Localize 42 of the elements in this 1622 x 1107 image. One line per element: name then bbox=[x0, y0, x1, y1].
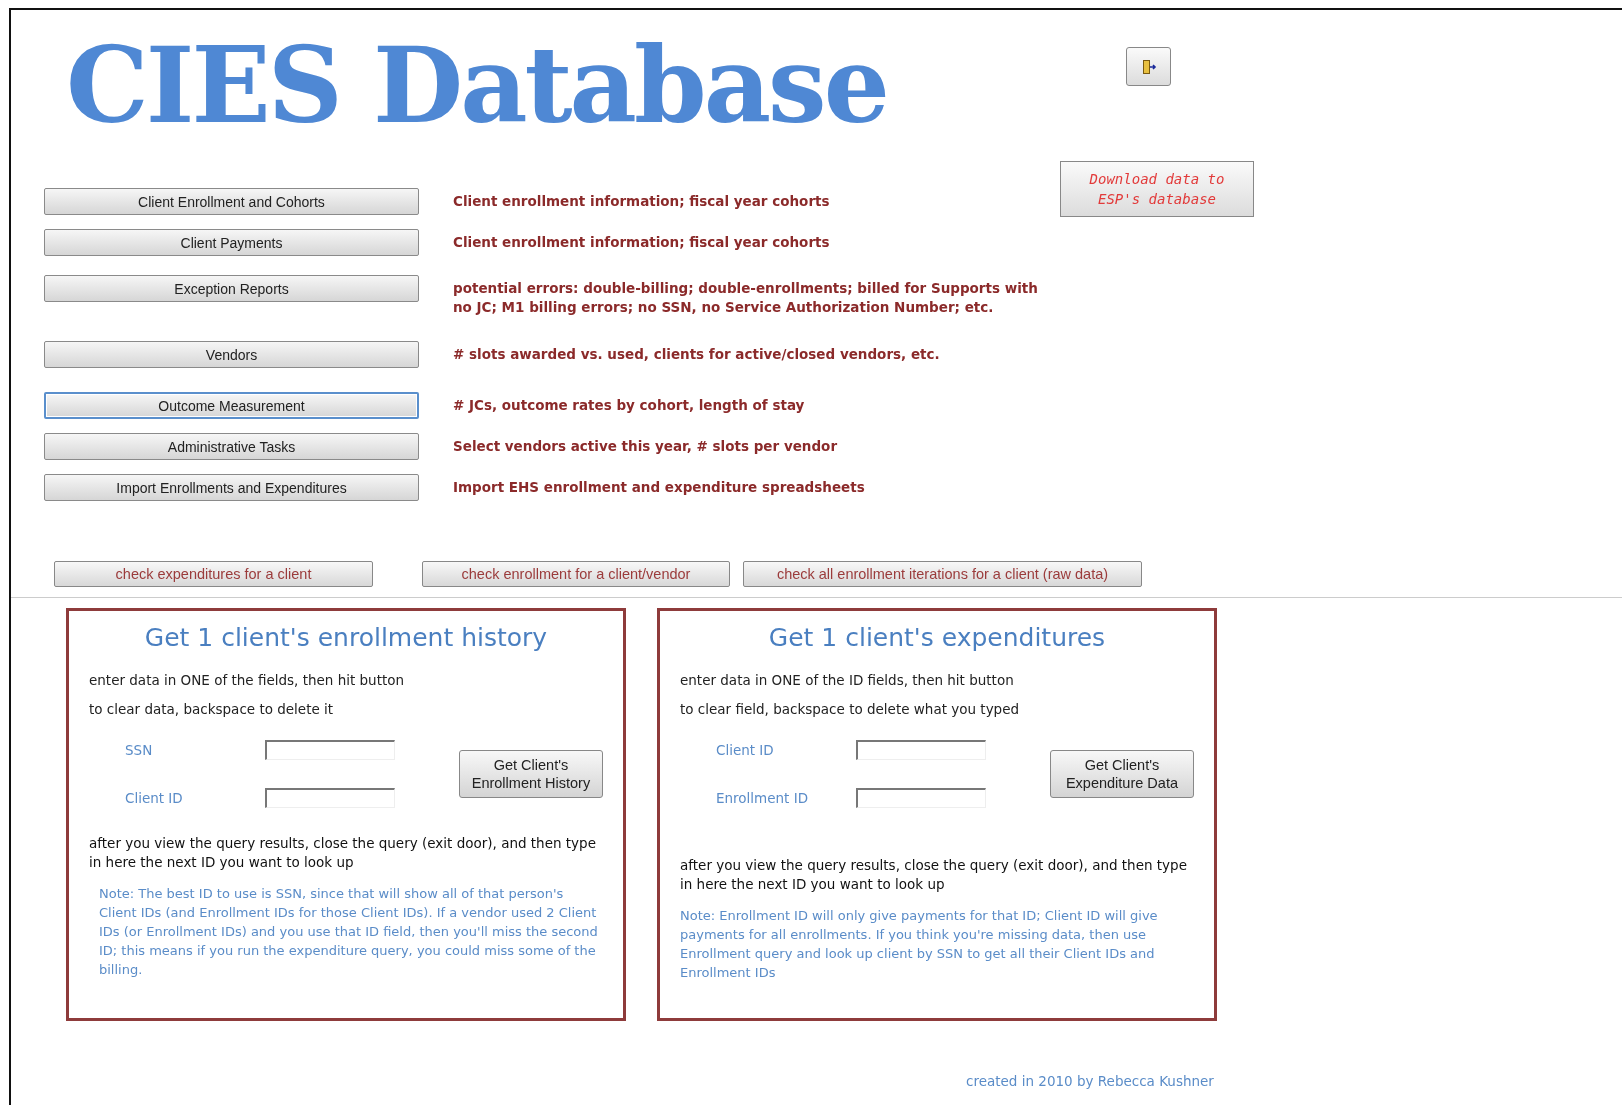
menu-description: Import EHS enrollment and expenditure spreadsheets bbox=[453, 478, 866, 497]
menu-button[interactable]: Client Enrollment and Cohorts bbox=[44, 188, 419, 215]
exit-door-icon bbox=[1140, 58, 1157, 75]
menu-button[interactable]: Exception Reports bbox=[44, 275, 419, 302]
input-field[interactable] bbox=[265, 740, 395, 760]
check-button[interactable]: check all enrollment iterations for a client (raw data) bbox=[743, 561, 1142, 587]
check-button[interactable]: check expenditures for a client bbox=[54, 561, 373, 587]
field-label: SSN bbox=[125, 742, 154, 758]
field-label: Client ID bbox=[125, 790, 184, 806]
menu-description: Client enrollment information; fiscal year cohorts bbox=[453, 233, 831, 252]
field-label: Client ID bbox=[716, 742, 775, 758]
instruction-text: enter data in ONE of the ID fields, then hit button bbox=[680, 671, 1015, 690]
note-text: Note: Enrollment ID will only give payments for that ID; Client ID will give payments for all enrollments. If you think you're missing data, then use Enrollment query and look up client by SSN to get all their Client IDs and Enrollment IDs bbox=[680, 907, 1159, 982]
credit-text: created in 2010 by Rebecca Kushner bbox=[966, 1073, 1215, 1089]
input-field[interactable] bbox=[856, 740, 986, 760]
instruction-text: after you view the query results, close the query (exit door), and then type in here the next ID you want to look up bbox=[89, 834, 597, 872]
instruction-text: enter data in ONE of the fields, then hit button bbox=[89, 671, 406, 690]
menu-description: # slots awarded vs. used, clients for active/closed vendors, etc. bbox=[453, 345, 941, 364]
panel-title: Get 1 client's enrollment history bbox=[143, 623, 549, 652]
instruction-text: to clear data, backspace to delete it bbox=[89, 700, 335, 719]
query-button[interactable]: Get Client's Enrollment History bbox=[458, 750, 603, 798]
menu-button[interactable]: Outcome Measurement bbox=[44, 392, 419, 419]
exit-button[interactable] bbox=[1126, 47, 1171, 86]
menu-description: Client enrollment information; fiscal year cohorts bbox=[453, 192, 831, 211]
menu-button[interactable]: Client Payments bbox=[44, 229, 419, 256]
check-button[interactable]: check enrollment for a client/vendor bbox=[422, 561, 730, 587]
menu-description: Select vendors active this year, # slots per vendor bbox=[453, 437, 839, 456]
panel-title: Get 1 client's expenditures bbox=[767, 623, 1107, 652]
instruction-text: to clear field, backspace to delete what you typed bbox=[680, 700, 1021, 719]
query-button[interactable]: Get Client's Expenditure Data bbox=[1049, 750, 1194, 798]
download-button[interactable]: Download data to ESP's database bbox=[1060, 161, 1254, 217]
instruction-text: after you view the query results, close the query (exit door), and then type in here the next ID you want to look up bbox=[680, 856, 1188, 894]
menu-description: potential errors: double-billing; double-enrollments; billed for Supports with no JC; M1 billing errors; no SSN, no Service Authorization Number; etc. bbox=[453, 279, 1039, 317]
menu-description: # JCs, outcome rates by cohort, length of stay bbox=[453, 396, 806, 415]
note-text: Note: The best ID to use is SSN, since that will show all of that person's Client IDs (and Enrollment IDs for those Client IDs). If a vendor used 2 Client IDs (or Enrollment IDs) and you use that ID field, then you'll miss the second ID; this means if you run the expenditure query, you could miss some of the billing. bbox=[98, 885, 599, 979]
field-label: Enrollment ID bbox=[716, 790, 810, 806]
input-field[interactable] bbox=[265, 788, 395, 808]
menu-button[interactable]: Vendors bbox=[44, 341, 419, 368]
app-title: CIES Database bbox=[66, 34, 888, 138]
input-field[interactable] bbox=[856, 788, 986, 808]
menu-button[interactable]: Administrative Tasks bbox=[44, 433, 419, 460]
menu-button[interactable]: Import Enrollments and Expenditures bbox=[44, 474, 419, 501]
